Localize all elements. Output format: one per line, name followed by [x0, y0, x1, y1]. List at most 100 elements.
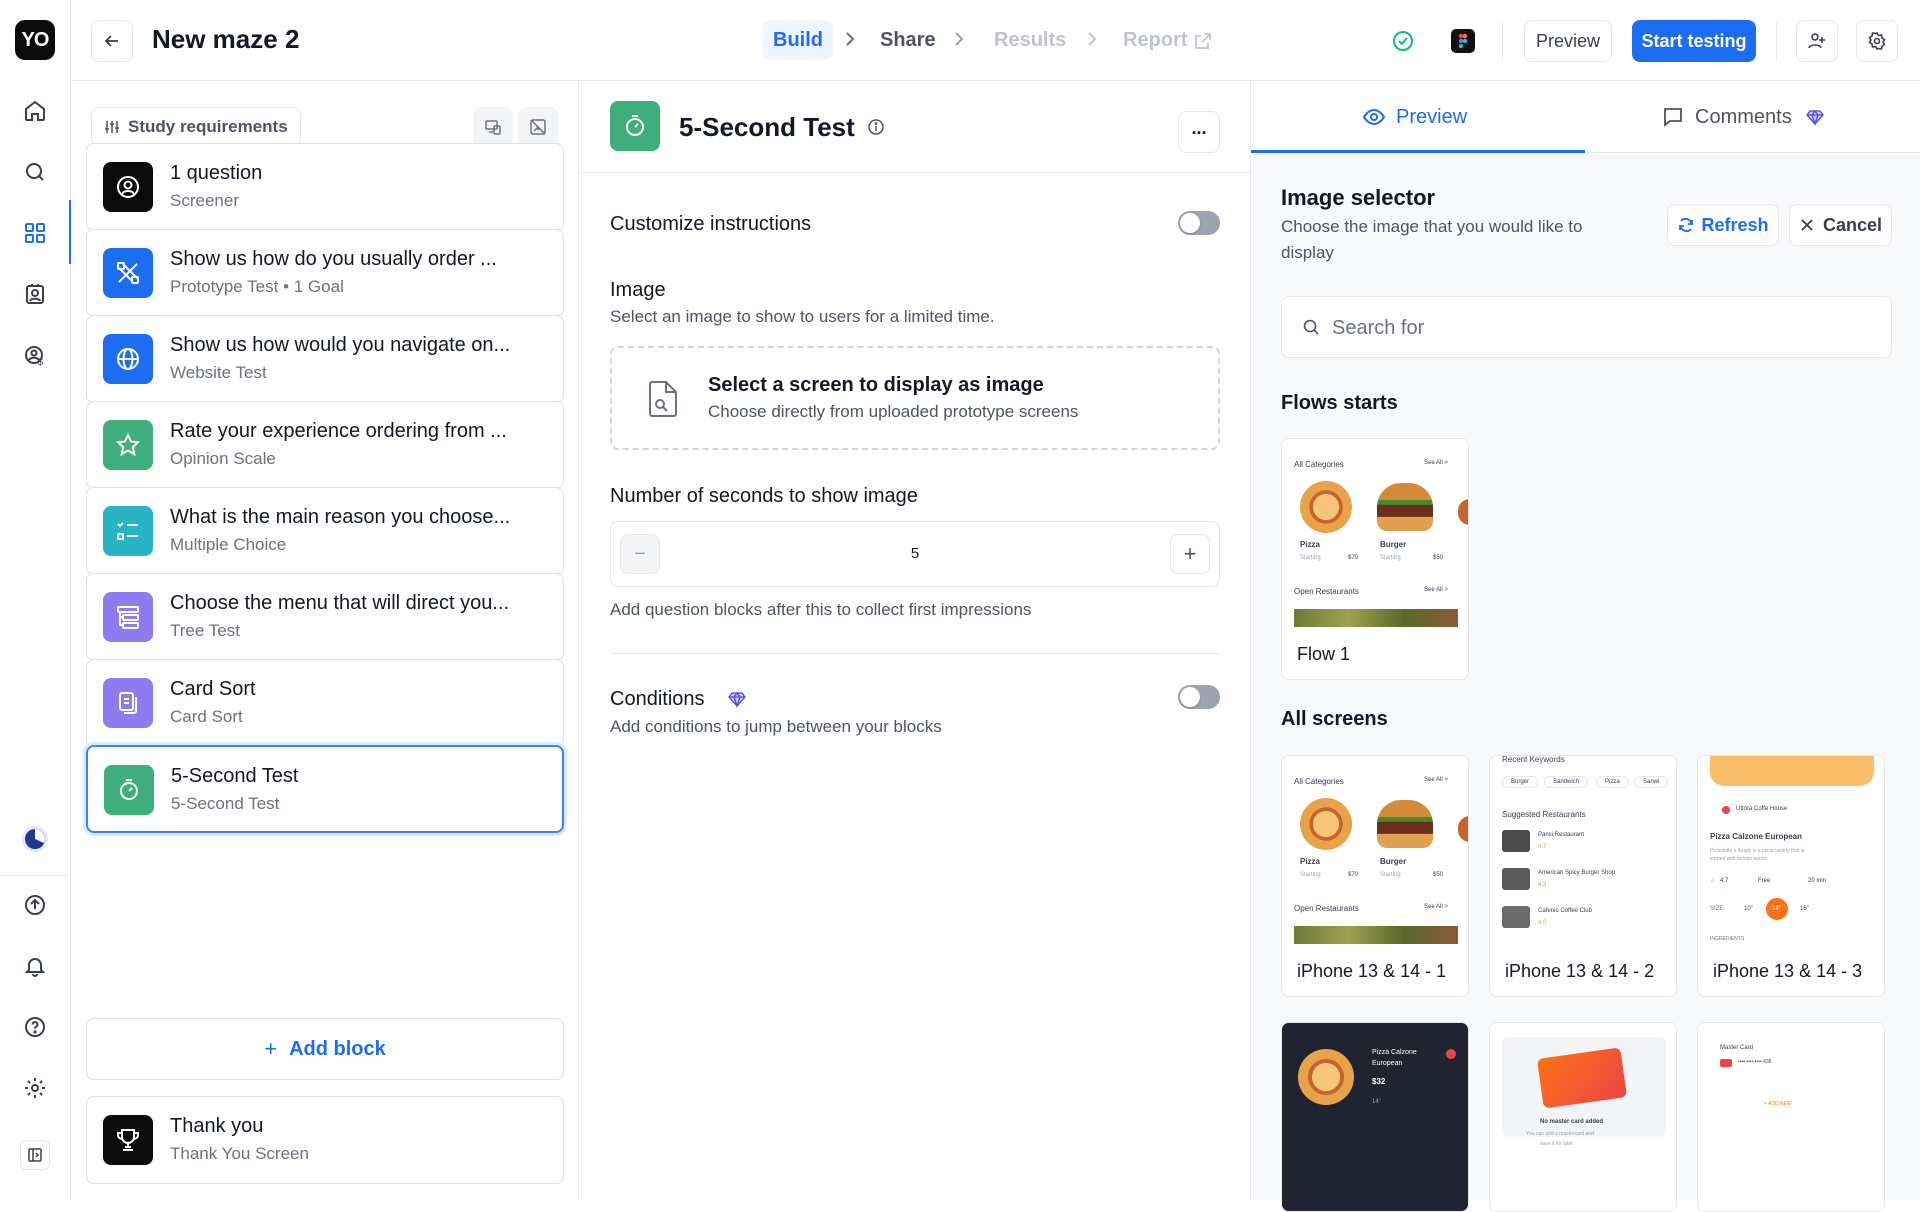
tab-report[interactable]: Report: [1123, 20, 1187, 60]
screen-card[interactable]: No master card added You can add a maste…: [1489, 1022, 1677, 1212]
hide-images-button[interactable]: [518, 107, 558, 147]
mini-text: Sanwi: [1634, 776, 1669, 788]
select-screen-dropzone[interactable]: Select a screen to display as image Choo…: [610, 346, 1220, 450]
all-screens-title: All screens: [1281, 708, 1388, 730]
trophy-icon: [103, 1115, 153, 1165]
upload-icon[interactable]: [16, 886, 54, 924]
screen-card[interactable]: Master Card •••• •••• •••• 436 + ADD NEW: [1697, 1022, 1885, 1212]
image-selector-description-2: display: [1281, 243, 1334, 262]
customize-instructions-toggle[interactable]: [1178, 211, 1220, 235]
refresh-icon: [1679, 218, 1694, 232]
collapse-sidebar-icon[interactable]: [20, 1140, 50, 1170]
block-card[interactable]: 1 question Screener: [86, 143, 564, 231]
refresh-button[interactable]: Refresh: [1667, 204, 1779, 246]
search-input[interactable]: Search for: [1332, 317, 1424, 340]
more-options-button[interactable]: ...: [1178, 111, 1220, 153]
devices-icon: [485, 120, 501, 135]
blocks-grid-icon[interactable]: [16, 214, 54, 252]
study-requirements-button[interactable]: Study requirements: [91, 107, 301, 147]
block-subtitle: Tree Test: [170, 621, 240, 640]
preview-button[interactable]: Preview: [1524, 20, 1612, 62]
mini-text: Starting: [1300, 872, 1321, 878]
increment-button[interactable]: +: [1170, 534, 1210, 574]
block-title: Show us how do you usually order ...: [170, 248, 497, 270]
mini-text: Suggested Restaurants: [1502, 810, 1586, 819]
screen-card[interactable]: Uttora Coffe House Pizza Calzone Europea…: [1697, 755, 1885, 997]
back-button[interactable]: [91, 20, 133, 62]
image-selector-description: Choose the image that you would like to: [1281, 217, 1583, 236]
list-icon: [103, 506, 153, 556]
mini-text: Burger: [1380, 857, 1407, 866]
pizza-image: [1298, 1049, 1354, 1105]
block-title: What is the main reason you choose...: [170, 506, 511, 528]
billing-icon[interactable]: $: [16, 336, 54, 374]
maze-settings-button[interactable]: [1856, 20, 1898, 62]
image-selector-title: Image selector: [1281, 185, 1436, 210]
participants-icon[interactable]: [16, 275, 54, 313]
mini-text: European: [1372, 1060, 1403, 1067]
block-card-thank-you[interactable]: Thank you Thank You Screen: [86, 1096, 564, 1184]
tab-results[interactable]: Results: [994, 20, 1066, 60]
screen-card[interactable]: Pizza Calzone European $32 14": [1281, 1022, 1469, 1212]
add-block-button[interactable]: + Add block: [86, 1018, 564, 1080]
usage-pie-icon[interactable]: [16, 820, 54, 858]
bell-icon[interactable]: [16, 947, 54, 985]
comment-icon: [1664, 108, 1682, 127]
start-testing-button[interactable]: Start testing: [1632, 20, 1756, 62]
device-preview-button[interactable]: [473, 107, 513, 147]
mini-text: Burger: [1502, 776, 1539, 788]
blocks-panel: Study requirements 1 question Screener Sho…: [71, 81, 579, 1200]
block-card[interactable]: What is the main reason you choose... Mul…: [86, 487, 564, 575]
page-title[interactable]: New maze 2: [152, 24, 299, 55]
screen-thumbnail: Pizza Calzone European $32 14": [1282, 1023, 1468, 1211]
block-card[interactable]: Show us how do you usually order ... Prot…: [86, 229, 564, 317]
info-icon[interactable]: [867, 118, 885, 136]
block-card[interactable]: 5-Second Test 5-Second Test: [86, 745, 564, 833]
check-circle-icon[interactable]: [1391, 29, 1415, 53]
mini-text: See All >: [1424, 460, 1448, 466]
screen-card[interactable]: Recent Keywords Burger Sandwich Pizza Sa…: [1489, 755, 1677, 997]
settings-gear-icon[interactable]: [16, 1069, 54, 1107]
block-card[interactable]: Card Sort Card Sort: [86, 659, 564, 747]
mini-text: Master Card: [1720, 1045, 1754, 1051]
add-block-label: Add block: [289, 1037, 386, 1060]
tab-build[interactable]: Build: [763, 20, 833, 60]
search-icon[interactable]: [16, 153, 54, 191]
star-icon: ☆: [1710, 879, 1716, 885]
eye-icon: [1362, 108, 1386, 126]
app-logo[interactable]: YO: [15, 20, 55, 60]
close-icon: [1801, 219, 1813, 231]
mini-text: Pizza: [1300, 540, 1321, 549]
study-requirements-label: Study requirements: [128, 117, 288, 136]
block-title: Choose the menu that will direct you...: [170, 592, 510, 614]
pizza-image: [1300, 481, 1352, 533]
block-card[interactable]: Rate your experience ordering from ... Op…: [86, 401, 564, 489]
conditions-toggle[interactable]: [1178, 685, 1220, 709]
screen-card[interactable]: All Categories See All > Pizza Burger St…: [1281, 755, 1469, 997]
seconds-value[interactable]: 5: [611, 545, 1219, 562]
flow-card[interactable]: All Categories See All > Pizza Burger St…: [1281, 438, 1469, 680]
mini-text: Free: [1758, 878, 1771, 884]
mini-text: $70: [1348, 555, 1359, 561]
chevron-right-icon: [955, 32, 964, 46]
tab-share[interactable]: Share: [880, 20, 936, 60]
mini-text: 14": [1372, 1099, 1381, 1105]
image-off-icon: [530, 119, 546, 135]
help-icon[interactable]: [16, 1008, 54, 1046]
cancel-button[interactable]: Cancel: [1789, 204, 1892, 246]
search-box[interactable]: Search for: [1281, 296, 1892, 358]
mini-text: American Spicy Burger Shop: [1538, 870, 1616, 876]
figma-icon[interactable]: [1451, 29, 1475, 53]
mini-text: Pizza: [1300, 857, 1321, 866]
home-icon[interactable]: [16, 92, 54, 130]
mini-text: See All >: [1424, 777, 1448, 783]
add-collaborator-button[interactable]: [1796, 20, 1838, 62]
chevron-right-icon: [846, 32, 855, 46]
block-card[interactable]: Choose the menu that will direct you... T…: [86, 573, 564, 661]
tab-comments[interactable]: Comments: [1661, 105, 1824, 129]
seconds-stepper[interactable]: − 5 +: [610, 521, 1220, 587]
tab-preview[interactable]: Preview: [1362, 105, 1467, 129]
block-subtitle: Screener: [170, 191, 239, 210]
select-screen-title: Select a screen to display as image: [708, 374, 1044, 396]
block-card[interactable]: Show us how would you navigate on... Webs…: [86, 315, 564, 403]
